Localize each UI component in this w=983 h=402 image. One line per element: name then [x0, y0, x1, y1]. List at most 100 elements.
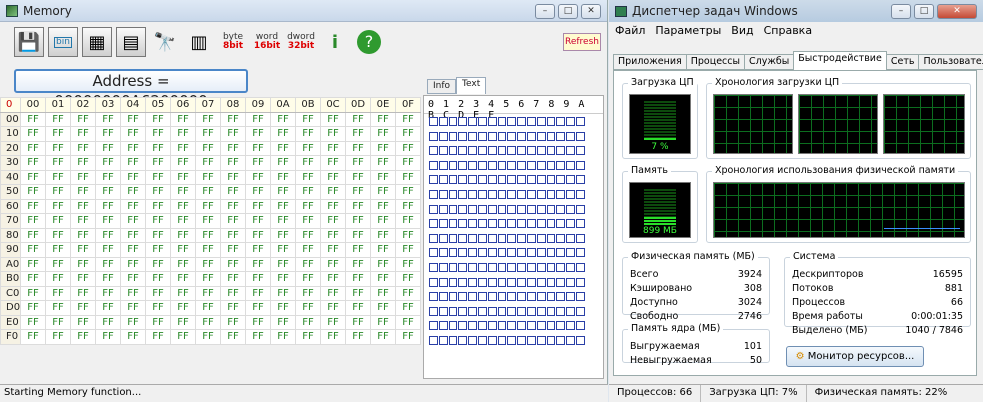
hex-cell[interactable]: FF — [95, 285, 121, 301]
hex-cell[interactable]: FF — [370, 256, 396, 272]
hex-cell[interactable]: FF — [20, 256, 46, 272]
hex-cell[interactable]: FF — [320, 140, 346, 156]
hex-cell[interactable]: FF — [345, 155, 371, 171]
hex-cell[interactable]: FF — [295, 184, 321, 200]
hex-cell[interactable]: FF — [245, 169, 271, 185]
hex-cell[interactable]: FF — [95, 155, 121, 171]
hex-cell[interactable]: FF — [95, 329, 121, 345]
menu-options[interactable]: Параметры — [655, 22, 721, 40]
dword-button[interactable]: dword 32bit — [286, 27, 316, 57]
hex-cell[interactable]: FF — [395, 213, 421, 229]
hex-cell[interactable]: FF — [370, 242, 396, 258]
hex-cell[interactable]: FF — [295, 285, 321, 301]
hex-cell[interactable]: FF — [295, 271, 321, 287]
hex-cell[interactable]: FF — [245, 300, 271, 316]
hex-cell[interactable]: FF — [220, 227, 246, 243]
hex-cell[interactable]: FF — [120, 300, 146, 316]
hex-cell[interactable]: FF — [320, 271, 346, 287]
hex-cell[interactable]: FF — [370, 285, 396, 301]
hex-cell[interactable]: FF — [70, 227, 96, 243]
maximize-button[interactable]: □ — [558, 4, 578, 19]
hex-cell[interactable]: FF — [95, 140, 121, 156]
hex-cell[interactable]: FF — [270, 329, 296, 345]
hex-cell[interactable]: FF — [45, 213, 71, 229]
hex-cell[interactable]: FF — [195, 140, 221, 156]
hex-cell[interactable]: FF — [120, 314, 146, 330]
hex-cell[interactable]: FF — [145, 140, 171, 156]
hex-cell[interactable]: FF — [95, 256, 121, 272]
hex-cell[interactable]: FF — [45, 140, 71, 156]
hex-cell[interactable]: FF — [95, 314, 121, 330]
hex-cell[interactable]: FF — [245, 213, 271, 229]
refresh-button[interactable]: Refresh — [563, 33, 601, 51]
hex-cell[interactable]: FF — [295, 329, 321, 345]
hex-cell[interactable]: FF — [195, 184, 221, 200]
hex-cell[interactable]: FF — [170, 198, 196, 214]
hex-cell[interactable]: FF — [345, 169, 371, 185]
tab-applications[interactable]: Приложения — [613, 54, 687, 70]
tab-users[interactable]: Пользователи — [918, 54, 983, 70]
hex-cell[interactable]: FF — [220, 184, 246, 200]
hex-cell[interactable]: FF — [270, 242, 296, 258]
table-icon[interactable]: ▥ — [184, 27, 214, 57]
hex-cell[interactable]: FF — [220, 213, 246, 229]
hex-cell[interactable]: FF — [320, 198, 346, 214]
hex-cell[interactable]: FF — [170, 227, 196, 243]
hex-cell[interactable]: FF — [245, 242, 271, 258]
hex-cell[interactable]: FF — [245, 111, 271, 127]
hex-cell[interactable]: FF — [295, 242, 321, 258]
close-button[interactable]: ✕ — [581, 4, 601, 19]
hex-cell[interactable]: FF — [270, 155, 296, 171]
hex-cell[interactable]: FF — [95, 111, 121, 127]
hex-cell[interactable]: FF — [145, 126, 171, 142]
hex-cell[interactable]: FF — [45, 198, 71, 214]
hex-cell[interactable]: FF — [220, 329, 246, 345]
hex-cell[interactable]: FF — [220, 300, 246, 316]
hex-cell[interactable]: FF — [270, 271, 296, 287]
hex-cell[interactable]: FF — [170, 169, 196, 185]
hex-cell[interactable]: FF — [70, 285, 96, 301]
hex-cell[interactable]: FF — [195, 198, 221, 214]
hex-cell[interactable]: FF — [295, 140, 321, 156]
hex-cell[interactable]: FF — [70, 314, 96, 330]
hex-cell[interactable]: FF — [145, 111, 171, 127]
hex-cell[interactable]: FF — [145, 184, 171, 200]
hex-cell[interactable]: FF — [345, 314, 371, 330]
hex-cell[interactable]: FF — [270, 111, 296, 127]
hex-cell[interactable]: FF — [195, 329, 221, 345]
hex-cell[interactable]: FF — [245, 256, 271, 272]
hex-cell[interactable]: FF — [195, 285, 221, 301]
byte-button[interactable]: byte 8bit — [218, 27, 248, 57]
hex-cell[interactable]: FF — [345, 300, 371, 316]
address-button[interactable]: Address = 00000000A6200000 — [14, 69, 248, 110]
hex-cell[interactable]: FF — [395, 155, 421, 171]
hex-cell[interactable]: FF — [395, 242, 421, 258]
hex-cell[interactable]: FF — [95, 271, 121, 287]
hex-cell[interactable]: FF — [95, 227, 121, 243]
hex-cell[interactable]: FF — [145, 285, 171, 301]
hex-cell[interactable]: FF — [320, 184, 346, 200]
hex-cell[interactable]: FF — [320, 126, 346, 142]
hex-cell[interactable]: FF — [320, 329, 346, 345]
hex-cell[interactable]: FF — [295, 256, 321, 272]
hex-cell[interactable]: FF — [395, 256, 421, 272]
menu-file[interactable]: Файл — [615, 22, 645, 40]
hex-cell[interactable]: FF — [20, 300, 46, 316]
hex-cell[interactable]: FF — [245, 271, 271, 287]
hex-cell[interactable]: FF — [145, 271, 171, 287]
hex-cell[interactable]: FF — [320, 242, 346, 258]
hex-cell[interactable]: FF — [245, 227, 271, 243]
hex-cell[interactable]: FF — [345, 184, 371, 200]
hex-cell[interactable]: FF — [395, 126, 421, 142]
binoculars-icon[interactable]: 🔭 — [150, 27, 180, 57]
hex-cell[interactable]: FF — [120, 256, 146, 272]
hex-cell[interactable]: FF — [70, 155, 96, 171]
hex-cell[interactable]: FF — [45, 169, 71, 185]
hex-cell[interactable]: FF — [95, 300, 121, 316]
hex-cell[interactable]: FF — [345, 213, 371, 229]
hex-cell[interactable]: FF — [320, 227, 346, 243]
hex-cell[interactable]: FF — [270, 285, 296, 301]
hex-cell[interactable]: FF — [345, 256, 371, 272]
hex-cell[interactable]: FF — [70, 256, 96, 272]
hex-cell[interactable]: FF — [245, 140, 271, 156]
